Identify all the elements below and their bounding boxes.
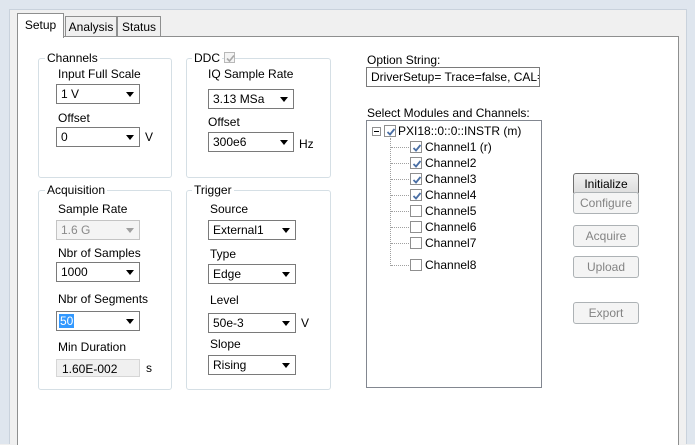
channel4-checkbox[interactable] [410, 189, 422, 201]
level-unit: V [301, 316, 310, 330]
ddc-offset-combo[interactable]: 300e6 [208, 132, 294, 152]
min-duration-readout: 1.60E-002 [56, 359, 140, 377]
channel6-checkbox[interactable] [410, 221, 422, 233]
channels-offset-unit: V [145, 130, 154, 144]
window-frame-left [0, 9, 10, 444]
check-icon [386, 128, 396, 136]
nbr-samples-label: Nbr of Samples [58, 246, 141, 260]
tree-branch-line [391, 211, 411, 212]
chevron-down-icon [282, 228, 290, 233]
slope-dropdown[interactable]: Rising [208, 355, 296, 375]
check-icon [412, 176, 422, 184]
type-dropdown[interactable]: Edge [208, 264, 296, 284]
check-icon [412, 144, 422, 152]
channel1-label[interactable]: Channel1 (r) [425, 140, 492, 154]
sample-rate-label: Sample Rate [58, 202, 128, 216]
level-label: Level [210, 293, 239, 307]
check-icon [226, 54, 235, 63]
slope-label: Slope [210, 337, 241, 351]
option-string-label: Option String: [367, 53, 441, 67]
channel5-label[interactable]: Channel5 [425, 204, 476, 218]
ddc-offset-unit: Hz [299, 137, 314, 151]
check-icon [412, 160, 422, 168]
tab-setup[interactable]: Setup [17, 13, 64, 38]
chevron-down-icon [126, 319, 134, 324]
ddc-group-title: DDC [192, 51, 222, 65]
window-title-strip [0, 0, 695, 10]
type-label: Type [210, 247, 237, 261]
ddc-label: DDC [194, 51, 220, 65]
upload-button[interactable]: Upload [573, 256, 639, 278]
nbr-samples-combo[interactable]: 1000 [56, 262, 140, 282]
channel3-checkbox[interactable] [410, 173, 422, 185]
select-modules-label: Select Modules and Channels: [367, 106, 530, 120]
min-duration-unit: s [146, 361, 152, 375]
tab-status[interactable]: Status [117, 16, 161, 37]
tree-branch-line [391, 265, 411, 266]
iq-sample-rate-label: IQ Sample Rate [208, 67, 294, 81]
tree-branch-line [391, 227, 411, 228]
channel8-checkbox[interactable] [410, 259, 422, 271]
tree-collapse-icon[interactable] [372, 127, 381, 136]
channel5-checkbox[interactable] [410, 205, 422, 217]
chevron-down-icon [280, 97, 288, 102]
tree-branch-line [391, 179, 411, 180]
iq-sample-rate-dropdown[interactable]: 3.13 MSa [208, 89, 294, 109]
chevron-down-icon [282, 363, 290, 368]
check-icon [412, 192, 422, 200]
tree-branch-line [391, 147, 411, 148]
sample-rate-dropdown[interactable]: 1.6 G [56, 220, 140, 240]
acquisition-group-title: Acquisition [45, 183, 108, 197]
level-combo[interactable]: 50e-3 [208, 313, 296, 333]
channel7-checkbox[interactable] [410, 237, 422, 249]
chevron-down-icon [280, 140, 288, 145]
configure-button[interactable]: Configure [573, 192, 639, 214]
channel2-checkbox[interactable] [410, 157, 422, 169]
input-full-scale-dropdown[interactable]: 1 V [56, 84, 140, 104]
tree-branch-line [391, 195, 411, 196]
channels-group-title: Channels [45, 51, 100, 65]
tab-analysis[interactable]: Analysis [65, 16, 117, 37]
channel2-label[interactable]: Channel2 [425, 156, 476, 170]
channel6-label[interactable]: Channel6 [425, 220, 476, 234]
nbr-segments-combo[interactable]: 50 [56, 311, 140, 331]
source-label: Source [210, 202, 249, 216]
chevron-down-icon [126, 92, 134, 97]
module-label[interactable]: PXI18::0::0::INSTR (m) [398, 124, 521, 138]
chevron-down-icon [126, 228, 134, 233]
channel8-label[interactable]: Channel8 [425, 258, 476, 272]
chevron-down-icon [126, 270, 134, 275]
chevron-down-icon [126, 135, 134, 140]
tree-guide-line [390, 138, 391, 266]
export-button[interactable]: Export [573, 302, 639, 324]
chevron-down-icon [282, 272, 290, 277]
ddc-checkbox[interactable] [224, 52, 235, 63]
tree-branch-line [391, 163, 411, 164]
channel4-label[interactable]: Channel4 [425, 188, 476, 202]
ddc-offset-label: Offset [208, 115, 240, 129]
channel1-checkbox[interactable] [410, 141, 422, 153]
channel3-label[interactable]: Channel3 [425, 172, 476, 186]
window-frame-right [686, 9, 695, 444]
chevron-down-icon [282, 321, 290, 326]
acquire-button[interactable]: Acquire [573, 225, 639, 247]
tree-branch-line [391, 243, 411, 244]
channels-offset-label: Offset [58, 111, 90, 125]
min-duration-label: Min Duration [58, 340, 127, 354]
module-checkbox[interactable] [384, 125, 396, 137]
option-string-input[interactable]: DriverSetup= Trace=false, CAL=0, m [366, 67, 540, 87]
trigger-group-title: Trigger [192, 183, 234, 197]
input-full-scale-label: Input Full Scale [58, 67, 141, 81]
channel7-label[interactable]: Channel7 [425, 236, 476, 250]
source-dropdown[interactable]: External1 [208, 220, 296, 240]
channels-offset-combo[interactable]: 0 [56, 127, 140, 147]
nbr-segments-label: Nbr of Segments [58, 292, 149, 306]
